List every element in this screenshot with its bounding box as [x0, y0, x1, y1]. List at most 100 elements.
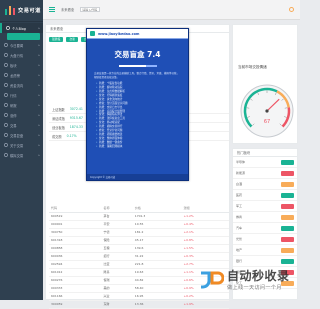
splash-progress-fill: [119, 65, 146, 67]
watermark-logo-icon: [198, 266, 224, 292]
sidebar-item-label: 交易: [10, 123, 17, 128]
index-stat-label: 成交额: [52, 134, 62, 139]
list-item[interactable]: 新能源: [233, 168, 297, 179]
table-cell: 44.82: [133, 276, 182, 284]
sidebar-subitem-active[interactable]: [7, 33, 40, 40]
sidebar-item-label: 资金流向: [10, 83, 23, 88]
table-cell: 五粮: [102, 244, 133, 252]
column-header[interactable]: 代码: [49, 205, 102, 212]
column-header[interactable]: 价格: [133, 205, 182, 212]
table-row[interactable]: 601318保险45.17+0.8%: [49, 236, 229, 244]
list-item[interactable]: 光伏: [233, 234, 297, 245]
sidebar-item[interactable]: 今日要闻▸: [0, 40, 43, 50]
sidebar-item[interactable]: 关于交易▸: [0, 140, 43, 150]
table-row[interactable]: 000001平安10.55+0.4%: [49, 220, 229, 228]
filter-button[interactable]: 次新: [66, 37, 78, 42]
list-item[interactable]: 地产: [233, 245, 297, 256]
sidebar-item[interactable]: 行情▸: [0, 90, 43, 100]
chevron-icon: ▸: [38, 73, 40, 77]
chevron-icon: ▸: [38, 113, 40, 117]
sidebar-item[interactable]: 板块 ▸: [0, 60, 43, 70]
table-cell: 221.8: [133, 260, 182, 268]
sector-badge: [281, 204, 294, 209]
list-item[interactable]: 军工: [233, 201, 297, 212]
brand[interactable]: 交易可道: [0, 0, 43, 20]
column-header[interactable]: 涨幅: [182, 205, 229, 212]
sidebar-item[interactable]: 涨停▸: [0, 110, 43, 120]
splash-title: 交易盲盒 7.4: [87, 49, 188, 60]
info-icon: [4, 143, 8, 147]
chevron-icon: ▸: [38, 153, 40, 157]
logout-icon[interactable]: [289, 7, 294, 12]
column-header[interactable]: 名称: [102, 205, 133, 212]
table-row[interactable]: 600036招行31.22+0.3%: [49, 252, 229, 260]
sidebar-item-label: 个人Blog: [12, 26, 26, 31]
watermark: 自动秒收录 做上线一天访问一个月: [198, 262, 298, 296]
sidebar-item[interactable]: 个人Blog▸: [0, 23, 43, 33]
sidebar-item-label: 关于交易: [10, 143, 23, 148]
hot-sector-title: 热门板块: [233, 149, 297, 157]
sidebar-item-label: 交易复盘: [10, 133, 23, 138]
sector-badge: [281, 171, 294, 176]
chevron-icon: ▸: [38, 63, 40, 67]
table-cell: 002594: [49, 260, 102, 268]
sidebar-item[interactable]: 大盘行情▸: [0, 50, 43, 60]
sidebar-item-label: 研报: [10, 103, 17, 108]
table-cell: 601318: [49, 236, 102, 244]
sidebar-item-label: 板块: [10, 63, 17, 68]
list-item[interactable]: 半导体: [233, 157, 297, 168]
flow-icon: [4, 83, 8, 87]
table-cell: 139.6: [133, 244, 182, 252]
sector-badge: [281, 248, 294, 253]
table-row[interactable]: 300059东财13.36+1.9%: [49, 300, 229, 308]
splash-dialog[interactable]: www.jiaoyikedao.com 交易盲盒 7.4 交易盲盒是一款专业的交…: [86, 28, 189, 181]
table-cell: 601166: [49, 292, 102, 300]
sidebar-item[interactable]: 交易 ▸: [0, 120, 43, 130]
index-stat-value: 1874.33: [70, 125, 83, 129]
sidebar-item[interactable]: 交易复盘▸: [0, 130, 43, 140]
page-tab-label[interactable]: 未来看涨: [61, 7, 74, 12]
list-item[interactable]: 汽车: [233, 223, 297, 234]
table-cell: 宁德: [102, 228, 133, 236]
list-item[interactable]: 券商: [233, 212, 297, 223]
table-cell: 31.22: [133, 252, 182, 260]
sector-badge: [281, 182, 294, 187]
index-stat-value: 0.17%: [67, 134, 77, 138]
table-cell: 601012: [49, 268, 102, 276]
menu-toggle-icon[interactable]: [49, 7, 55, 12]
sentiment-panel: 当前市场交投情绪 67: [232, 24, 298, 144]
sector-badge: [281, 193, 294, 198]
chevron-icon: ▸: [38, 53, 40, 57]
sidebar-item-label: 行情: [10, 93, 17, 98]
chevron-icon: ▸: [38, 123, 40, 127]
sector-name: 券商: [236, 215, 242, 219]
table-cell: +1.2%: [182, 212, 229, 220]
sidebar-item[interactable]: 研报▸: [0, 100, 43, 110]
sidebar-item[interactable]: 资金流向▸: [0, 80, 43, 90]
list-item[interactable]: 白酒: [233, 179, 297, 190]
logo-icon: [4, 4, 16, 16]
table-row[interactable]: 300750宁德181.2+2.1%: [49, 228, 229, 236]
trade-icon: [4, 123, 8, 127]
chevron-icon: ▸: [38, 43, 40, 47]
sector-name: 新能源: [236, 171, 245, 175]
sidebar-item[interactable]: 龙虎榜▸: [0, 70, 43, 80]
search-input[interactable]: [80, 7, 100, 12]
list-item[interactable]: 医药: [233, 190, 297, 201]
table-cell: 隆基: [102, 268, 133, 276]
filter-button[interactable]: 强势股: [49, 37, 63, 42]
gauge-hub: [265, 109, 268, 112]
table-cell: 美的: [102, 284, 133, 292]
sector-badge: [281, 215, 294, 220]
sector-badge: [281, 237, 294, 242]
index-stat-value: 9315.67: [70, 116, 83, 120]
table-cell: 600036: [49, 252, 102, 260]
table-row[interactable]: 000858五粮139.6+1.5%: [49, 244, 229, 252]
sector-name: 白酒: [236, 182, 242, 186]
top-bar: 未来看涨: [43, 0, 300, 20]
sidebar-item[interactable]: 模拟交易▸: [0, 150, 43, 160]
brand-name: 交易可道: [18, 7, 41, 14]
table-cell: 000001: [49, 220, 102, 228]
table-row[interactable]: 600519茅台1701.3+1.2%: [49, 212, 229, 220]
table-cell: 保险: [102, 236, 133, 244]
